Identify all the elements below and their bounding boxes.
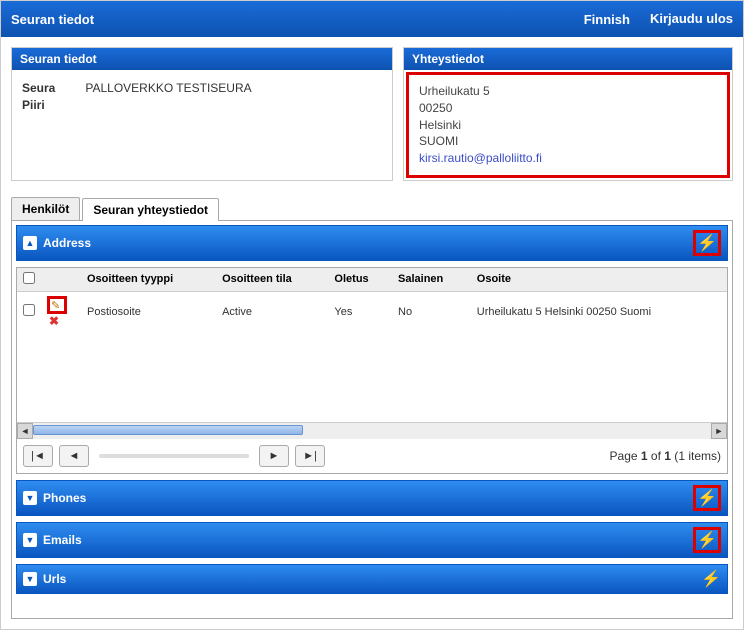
section-urls-label: Urls <box>43 572 66 586</box>
add-phone-highlight: ⚡ <box>693 485 721 511</box>
contact-info-panel: Yhteystiedot Urheilukatu 5 00250 Helsink… <box>403 47 733 181</box>
section-emails-header[interactable]: ▼ Emails ⚡ <box>16 522 728 558</box>
expand-icon[interactable]: ▼ <box>23 533 37 547</box>
language-selector[interactable]: Finnish <box>584 12 630 27</box>
edit-row-highlight: ✎ <box>47 296 67 314</box>
contact-zip: 00250 <box>419 100 717 117</box>
scroll-left-icon[interactable]: ◄ <box>17 423 33 439</box>
pager-last-button[interactable]: ►| <box>295 445 325 467</box>
expand-icon[interactable]: ▼ <box>23 572 37 586</box>
contact-street: Urheilukatu 5 <box>419 83 717 100</box>
scroll-right-icon[interactable]: ► <box>711 423 727 439</box>
contact-panel-header: Yhteystiedot <box>404 48 732 70</box>
cell-type: Postiosoite <box>81 291 216 332</box>
section-emails-label: Emails <box>43 533 82 547</box>
value-club: PALLOVERKKO TESTISEURA <box>85 80 251 97</box>
contact-highlight: Urheilukatu 5 00250 Helsinki SUOMI kirsi… <box>406 72 730 178</box>
expand-icon[interactable]: ▼ <box>23 491 37 505</box>
topbar: Seuran tiedot Finnish Kirjaudu ulos <box>1 1 743 37</box>
scroll-thumb[interactable] <box>33 425 303 435</box>
section-phones-header[interactable]: ▼ Phones ⚡ <box>16 480 728 516</box>
cell-address: Urheilukatu 5 Helsinki 00250 Suomi <box>471 291 727 332</box>
col-default[interactable]: Oletus <box>328 268 392 292</box>
col-type[interactable]: Osoitteen tyyppi <box>81 268 216 292</box>
bolt-icon[interactable]: ⚡ <box>697 488 717 508</box>
pager-slider[interactable] <box>99 454 249 458</box>
tab-people[interactable]: Henkilöt <box>11 197 80 220</box>
logout-link[interactable]: Kirjaudu ulos <box>650 12 733 26</box>
section-urls-header[interactable]: ▼ Urls ⚡ <box>16 564 728 594</box>
pencil-icon[interactable]: ✎ <box>51 299 63 311</box>
tabs: Henkilöt Seuran yhteystiedot <box>11 197 733 221</box>
address-grid: Osoitteen tyyppi Osoitteen tila Oletus S… <box>16 267 728 474</box>
bolt-icon[interactable]: ⚡ <box>701 569 721 589</box>
pager-prev-button[interactable]: ◄ <box>59 445 89 467</box>
col-secret[interactable]: Salainen <box>392 268 471 292</box>
col-status[interactable]: Osoitteen tila <box>216 268 328 292</box>
page-title: Seuran tiedot <box>11 12 584 27</box>
col-address[interactable]: Osoite <box>471 268 727 292</box>
pager-first-button[interactable]: |◄ <box>23 445 53 467</box>
bolt-icon[interactable]: ⚡ <box>697 233 717 253</box>
delete-icon[interactable]: ✖ <box>49 314 59 328</box>
collapse-icon[interactable]: ▲ <box>23 236 37 250</box>
bolt-icon[interactable]: ⚡ <box>697 530 717 550</box>
club-info-panel: Seuran tiedot Seura Piiri PALLOVERKKO TE… <box>11 47 393 181</box>
cell-secret: No <box>392 291 471 332</box>
club-panel-header: Seuran tiedot <box>12 48 392 70</box>
cell-status: Active <box>216 291 328 332</box>
section-phones-label: Phones <box>43 491 86 505</box>
section-address-header[interactable]: ▲ Address ⚡ <box>16 225 728 261</box>
label-district: Piiri <box>22 97 55 114</box>
row-checkbox[interactable] <box>23 304 35 316</box>
label-club: Seura <box>22 80 55 97</box>
table-row[interactable]: ✎ ✖ Postiosoite Active Yes No Urheilukat… <box>17 291 727 332</box>
section-address-label: Address <box>43 236 91 250</box>
contact-country: SUOMI <box>419 133 717 150</box>
cell-default: Yes <box>328 291 392 332</box>
pager-next-button[interactable]: ► <box>259 445 289 467</box>
horizontal-scrollbar[interactable]: ◄ ► <box>17 422 727 439</box>
contact-city: Helsinki <box>419 117 717 134</box>
add-email-highlight: ⚡ <box>693 527 721 553</box>
add-address-highlight: ⚡ <box>693 230 721 256</box>
select-all-checkbox[interactable] <box>23 272 35 284</box>
pager: |◄ ◄ ► ►| Page 1 of 1 (1 items) <box>17 439 727 473</box>
tab-club-contacts[interactable]: Seuran yhteystiedot <box>82 198 219 221</box>
pager-info: Page 1 of 1 (1 items) <box>610 449 721 463</box>
contact-email-link[interactable]: kirsi.rautio@palloliitto.fi <box>419 151 542 165</box>
